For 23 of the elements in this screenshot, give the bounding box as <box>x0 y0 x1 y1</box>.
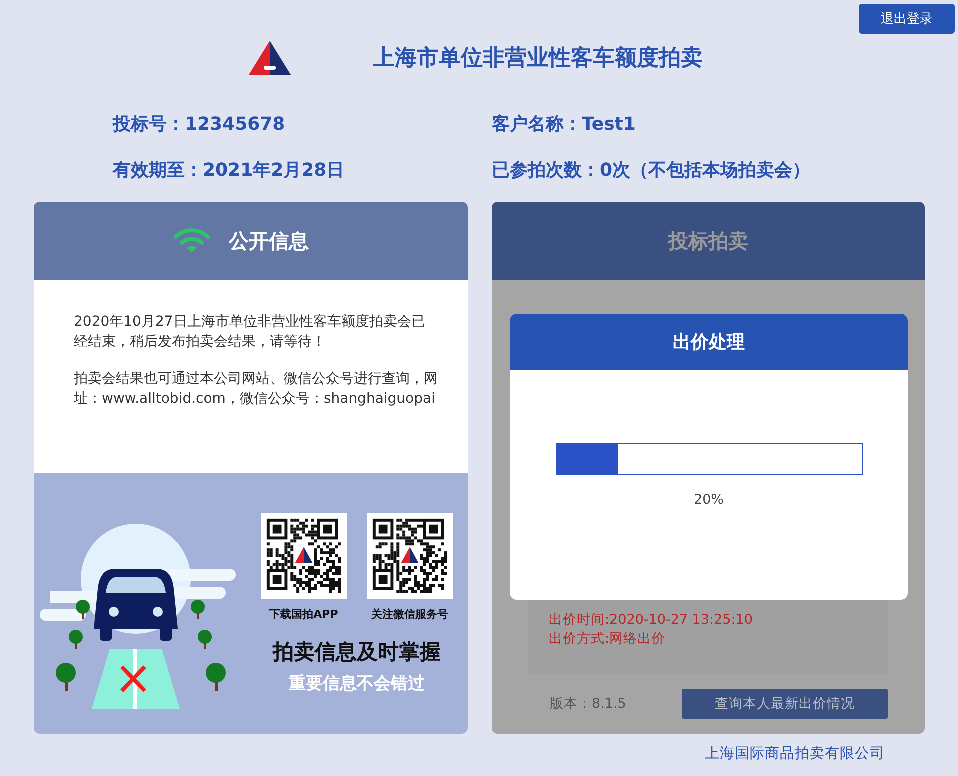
page-title: 上海市单位非营业性客车额度拍卖 <box>373 44 703 73</box>
company-name: 上海国际商品拍卖有限公司 <box>705 744 885 763</box>
bid-detail-text: 出价方式:网络出价 <box>549 630 667 649</box>
progress-reading: 20% <box>694 492 724 508</box>
panel-title: 公开信息 <box>229 228 309 254</box>
info-text: 投标号：12345678 <box>113 113 286 136</box>
qr-caption: 下载国拍APP <box>270 606 338 622</box>
notice-text: 拍卖会结果也可通过本公司网站、微信公众号进行查询，网址：www.alltobid.com，微信公众号：shanghaiguopai <box>74 370 438 409</box>
logo-icon <box>247 39 293 77</box>
notice-text: 2020年10月27日上海市单位非营业性客车额度拍卖会已经结束，稍后发布拍卖会结果，请等待！ <box>74 313 426 352</box>
qr-caption: 关注微信服务号 <box>372 606 448 622</box>
dialog-title: 出价处理 <box>510 314 908 370</box>
slogan-text: 拍卖信息及时掌握 <box>273 638 441 666</box>
version-text: 版本：8.1.5 <box>550 694 626 712</box>
subslogan-text: 重要信息不会错过 <box>289 672 425 694</box>
bid-detail-text: 出价时间:2020-10-27 13:25:10 <box>549 611 754 630</box>
info-text: 已参拍次数：0次（不包括本场拍卖会） <box>492 159 812 182</box>
wifi-icon <box>173 228 211 254</box>
info-text: 有效期至：2021年2月28日 <box>113 159 346 182</box>
panel-title: 投标拍卖 <box>668 228 748 254</box>
logout-button[interactable]: 退出登录 <box>859 4 955 34</box>
query-bid-button[interactable]: 查询本人最新出价情况 <box>682 688 888 718</box>
info-text: 客户名称：Test1 <box>492 113 637 136</box>
